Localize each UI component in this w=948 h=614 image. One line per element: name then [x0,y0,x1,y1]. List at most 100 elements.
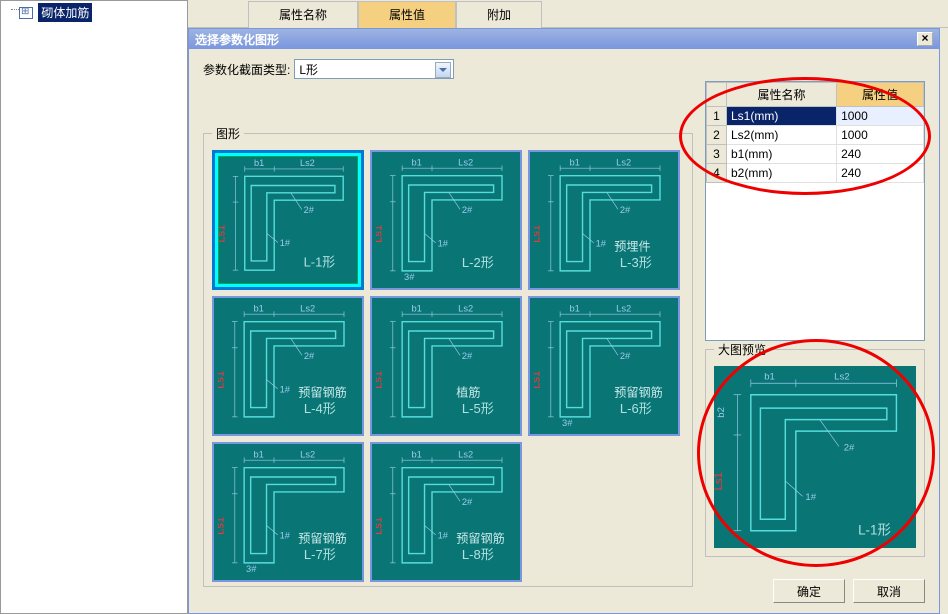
property-table: 属性名称 属性值 1 Ls1(mm) 10002 Ls2(mm) 10003 b… [705,81,925,341]
preview-legend: 大图预览 [714,341,770,358]
svg-text:Ls2: Ls2 [616,303,631,313]
svg-text:2#: 2# [462,205,473,215]
shape-option-L-3形[interactable]: b1 Ls2 Ls1 2# 1# 预埋件 L-3形 [528,150,680,290]
shapes-legend: 图形 [212,125,244,142]
dialog-titlebar[interactable]: 选择参数化图形 × [189,29,939,49]
svg-text:Ls2: Ls2 [300,449,315,459]
svg-text:b1: b1 [411,449,421,459]
svg-text:1#: 1# [596,239,607,249]
svg-text:b1: b1 [253,449,263,459]
dialog-body: 参数化截面类型: L形 图形 b1Ls2 Ls1 2# 1# L-1形 b1Ls… [189,49,939,613]
ok-button[interactable]: 确定 [773,579,845,603]
svg-text:预留钢筋: 预留钢筋 [614,384,663,399]
shapes-grid: b1 Ls2 Ls1 2# 1# L-1形 b1Ls2 Ls1 2# 1# 3# … [212,150,684,582]
tree-item-masonry[interactable]: 砌体加筋 [1,1,187,24]
table-row[interactable]: 2 Ls2(mm) 1000 [707,126,924,145]
tree-branch [3,1,17,24]
section-type-select[interactable]: L形 [294,59,454,79]
svg-text:3#: 3# [404,272,415,282]
svg-text:1#: 1# [805,492,816,503]
svg-text:Ls1: Ls1 [218,517,227,535]
svg-text:3#: 3# [562,418,573,428]
tab-attr-value[interactable]: 属性值 [358,1,456,28]
table-row[interactable]: 3 b1(mm) 240 [707,145,924,164]
tab-extra[interactable]: 附加 [456,1,542,28]
svg-text:L-4形: L-4形 [304,401,336,416]
svg-text:b1: b1 [411,157,421,167]
type-label: 参数化截面类型: [203,61,290,78]
row-value[interactable]: 1000 [837,107,924,126]
tab-attr-name[interactable]: 属性名称 [248,1,358,28]
svg-text:Ls1: Ls1 [534,225,543,243]
svg-text:b1: b1 [254,158,264,168]
svg-text:L-1形: L-1形 [858,523,891,538]
row-index: 1 [707,107,727,126]
shape-option-L-6形[interactable]: b1Ls2 Ls1 2# 3# 预留钢筋 L-6形 [528,296,680,436]
table-row[interactable]: 4 b2(mm) 240 [707,164,924,183]
button-row: 确定 取消 [773,579,925,603]
shape-option-L-4形[interactable]: b1Ls2 Ls1 2# 1# 预留钢筋 L-4形 [212,296,364,436]
svg-text:Ls2: Ls2 [458,303,473,313]
shape-option-L-7形[interactable]: b1Ls2 Ls1 1# 3# 预留钢筋 L-7形 [212,442,364,582]
row-name: Ls2(mm) [727,126,837,145]
col-idx [707,83,727,107]
svg-text:b2: b2 [716,407,727,418]
tree-item-label: 砌体加筋 [38,3,92,22]
cancel-button[interactable]: 取消 [853,579,925,603]
svg-text:2#: 2# [620,351,631,361]
svg-text:Ls1: Ls1 [219,225,228,243]
row-index: 2 [707,126,727,145]
row-name: Ls1(mm) [727,107,837,126]
row-value[interactable]: 240 [837,145,924,164]
col-value: 属性值 [837,83,924,107]
svg-text:2#: 2# [462,497,473,507]
svg-text:预埋件: 预埋件 [614,239,650,253]
svg-text:L-1形: L-1形 [304,254,336,269]
svg-text:Ls2: Ls2 [458,449,473,459]
svg-text:2#: 2# [304,351,315,361]
row-value[interactable]: 240 [837,164,924,183]
svg-text:Ls1: Ls1 [376,225,385,243]
svg-text:预留钢筋: 预留钢筋 [298,384,347,399]
row-index: 4 [707,164,727,183]
svg-text:预留钢筋: 预留钢筋 [456,530,505,545]
svg-text:b1: b1 [569,157,579,167]
svg-text:Ls2: Ls2 [616,157,631,167]
param-shape-dialog: 选择参数化图形 × 参数化截面类型: L形 图形 b1Ls2 Ls1 2# 1#… [188,28,940,614]
svg-text:Ls2: Ls2 [834,371,849,382]
svg-text:L-2形: L-2形 [462,255,494,270]
svg-text:1#: 1# [280,238,291,248]
svg-text:2#: 2# [462,351,473,361]
type-value: L形 [299,61,318,78]
svg-text:2#: 2# [620,205,631,215]
svg-text:1#: 1# [280,385,291,395]
shapes-fieldset: 图形 b1 Ls2 Ls1 2# 1# L-1形 b1Ls2 Ls1 2# 1# … [203,125,693,587]
svg-text:L-3形: L-3形 [620,255,652,270]
type-row: 参数化截面类型: L形 [203,59,925,79]
svg-text:1#: 1# [280,531,291,541]
shape-option-L-5形[interactable]: b1Ls2 Ls1 2# 植筋 L-5形 [370,296,522,436]
row-value[interactable]: 1000 [837,126,924,145]
svg-text:1#: 1# [438,531,449,541]
shape-option-L-8形[interactable]: b1 Ls2 Ls1 2# 1# 预留钢筋 L-8形 [370,442,522,582]
svg-text:Ls2: Ls2 [300,158,315,168]
col-name: 属性名称 [727,83,837,107]
svg-text:b1: b1 [253,303,263,313]
close-icon[interactable]: × [917,32,933,46]
svg-text:Ls2: Ls2 [300,303,315,313]
table-row[interactable]: 1 Ls1(mm) 1000 [707,107,924,126]
svg-text:2#: 2# [844,442,855,453]
svg-text:L-8形: L-8形 [462,547,494,562]
shape-option-L-2形[interactable]: b1Ls2 Ls1 2# 1# 3# L-2形 [370,150,522,290]
svg-text:Ls1: Ls1 [376,517,385,535]
row-index: 3 [707,145,727,164]
svg-text:Ls1: Ls1 [534,371,543,389]
shape-option-L-1形[interactable]: b1Ls2 Ls1 2# 1# L-1形 [212,150,364,290]
svg-text:Ls1: Ls1 [376,371,385,389]
svg-text:b1: b1 [569,303,579,313]
row-name: b1(mm) [727,145,837,164]
tree-node-icon [19,7,33,19]
svg-text:3#: 3# [246,564,257,574]
preview-fieldset: 大图预览 b1 Ls2 b2 Ls1 2# 1# L [705,341,925,557]
svg-text:L-7形: L-7形 [304,547,336,562]
